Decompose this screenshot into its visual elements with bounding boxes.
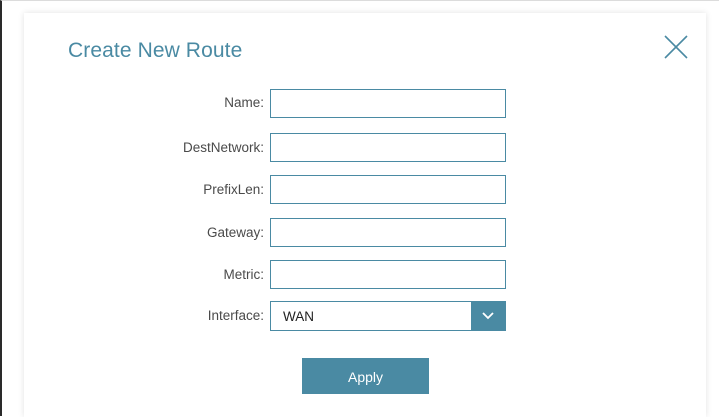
- prefixlen-field[interactable]: [270, 175, 506, 204]
- chevron-down-icon: [482, 312, 494, 320]
- create-route-dialog: Create New Route Name: DestNetwork: Pref…: [24, 13, 706, 417]
- prefixlen-label: PrefixLen:: [203, 182, 264, 197]
- metric-label: Metric:: [223, 267, 265, 282]
- interface-selected-value: WAN: [283, 309, 314, 324]
- close-icon[interactable]: [662, 33, 690, 61]
- dialog-title: Create New Route: [68, 39, 243, 62]
- interface-label: Interface:: [207, 308, 264, 323]
- apply-button[interactable]: Apply: [302, 358, 429, 394]
- destnetwork-label: DestNetwork:: [182, 140, 264, 155]
- gateway-field[interactable]: [270, 218, 506, 247]
- gateway-label: Gateway:: [206, 225, 264, 240]
- destnetwork-field[interactable]: [270, 133, 506, 162]
- select-toggle[interactable]: [471, 302, 505, 330]
- name-label: Name:: [224, 95, 264, 110]
- interface-select[interactable]: WAN: [270, 301, 506, 331]
- metric-field[interactable]: [270, 260, 506, 289]
- name-field[interactable]: [270, 89, 506, 118]
- window-frame: Create New Route Name: DestNetwork: Pref…: [0, 0, 719, 417]
